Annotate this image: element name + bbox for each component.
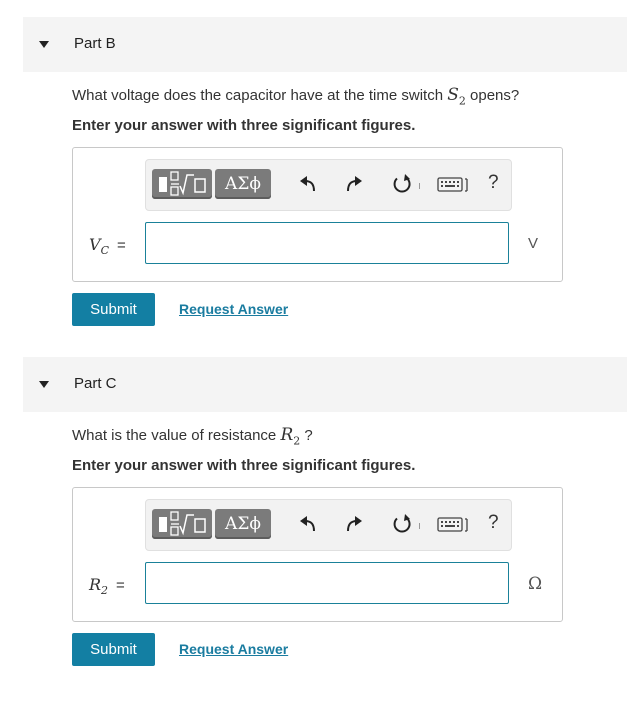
submit-button[interactable]: Submit	[72, 633, 155, 666]
separator	[419, 523, 420, 529]
unit-label: V	[528, 235, 539, 252]
keyboard-icon[interactable]	[437, 173, 469, 195]
question-text-end: opens?	[465, 87, 520, 104]
equation-toolbar: ΑΣϕ ?	[145, 159, 512, 211]
part-c-answer-box: ΑΣϕ ? R2 = Ω	[72, 487, 563, 622]
caret-down-icon[interactable]	[39, 381, 49, 388]
math-template-icon	[159, 511, 206, 536]
equation-toolbar: ΑΣϕ ?	[145, 499, 512, 551]
question-variable: R2	[280, 425, 301, 448]
undo-icon[interactable]	[297, 513, 319, 535]
answer-variable-label: VC =	[89, 235, 126, 258]
part-b-header[interactable]: Part B	[23, 17, 627, 72]
keyboard-icon[interactable]	[437, 513, 469, 535]
caret-down-icon[interactable]	[39, 41, 49, 48]
question-variable: S2	[447, 85, 466, 108]
part-b-instruction: Enter your answer with three significant…	[72, 117, 416, 134]
part-b-title: Part B	[74, 35, 116, 52]
reset-icon[interactable]	[391, 513, 413, 535]
greek-letters-button[interactable]: ΑΣϕ	[215, 169, 271, 199]
math-template-button[interactable]	[152, 509, 212, 539]
part-c-instruction: Enter your answer with three significant…	[72, 457, 416, 474]
question-text: What voltage does the capacitor have at …	[72, 87, 448, 104]
reset-icon[interactable]	[391, 173, 413, 195]
part-b-question: What voltage does the capacitor have at …	[72, 85, 519, 107]
help-icon[interactable]: ?	[488, 172, 499, 194]
submit-button[interactable]: Submit	[72, 293, 155, 326]
separator	[419, 183, 420, 189]
part-c-question: What is the value of resistance R2 ?	[72, 425, 313, 447]
answer-input[interactable]	[145, 562, 509, 604]
part-c-header[interactable]: Part C	[23, 357, 627, 412]
part-b-answer-box: ΑΣϕ ? VC = V	[72, 147, 563, 282]
unit-label: Ω	[528, 574, 543, 594]
answer-input[interactable]	[145, 222, 509, 264]
math-template-icon	[159, 171, 206, 196]
undo-icon[interactable]	[297, 173, 319, 195]
redo-icon[interactable]	[343, 513, 365, 535]
request-answer-link[interactable]: Request Answer	[179, 641, 288, 657]
redo-icon[interactable]	[343, 173, 365, 195]
greek-letters-button[interactable]: ΑΣϕ	[215, 509, 271, 539]
question-text-end: ?	[300, 427, 313, 444]
help-icon[interactable]: ?	[488, 512, 499, 534]
part-c-title: Part C	[74, 375, 117, 392]
answer-variable-label: R2 =	[89, 575, 125, 598]
question-text: What is the value of resistance	[72, 427, 281, 444]
math-template-button[interactable]	[152, 169, 212, 199]
request-answer-link[interactable]: Request Answer	[179, 301, 288, 317]
